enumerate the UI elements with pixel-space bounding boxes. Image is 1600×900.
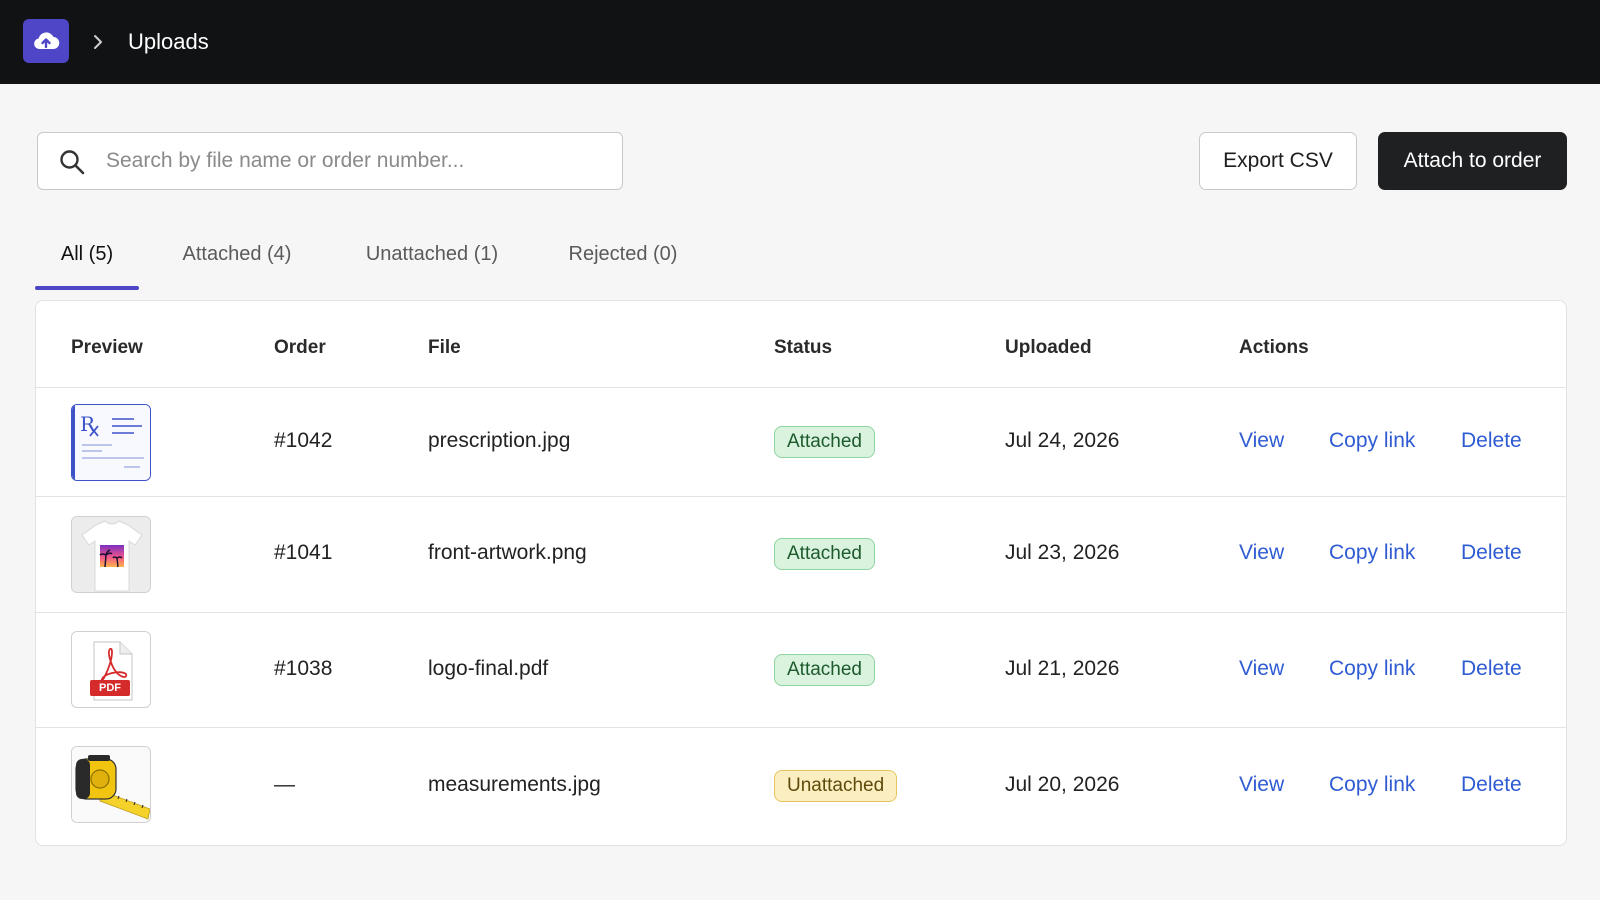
order-number: — <box>274 773 295 796</box>
top-bar: Uploads <box>0 0 1600 84</box>
upload-date: Jul 20, 2026 <box>1005 773 1120 796</box>
uploads-table: Preview Order File Status Uploaded Actio… <box>35 300 1567 846</box>
copy-link-link[interactable]: Copy link <box>1329 657 1415 681</box>
tshirt-artwork-thumbnail[interactable] <box>71 516 151 593</box>
copy-link-link[interactable]: Copy link <box>1329 429 1415 453</box>
delete-link[interactable]: Delete <box>1461 773 1522 797</box>
delete-link[interactable]: Delete <box>1461 657 1522 681</box>
copy-link-link[interactable]: Copy link <box>1329 773 1415 797</box>
pdf-thumbnail[interactable]: PDF <box>71 631 151 708</box>
search-icon <box>60 150 85 175</box>
view-link[interactable]: View <box>1239 773 1284 797</box>
tab-all[interactable]: All (5) <box>35 232 139 290</box>
column-header-order[interactable]: Order <box>274 337 326 359</box>
tab-rejected[interactable]: Rejected (0) <box>563 232 683 290</box>
status-badge: Attached <box>774 654 875 686</box>
column-header-file[interactable]: File <box>428 337 461 359</box>
upload-date: Jul 24, 2026 <box>1005 429 1120 452</box>
tab-attached[interactable]: Attached (4) <box>175 232 299 290</box>
view-link[interactable]: View <box>1239 429 1284 453</box>
upload-date: Jul 21, 2026 <box>1005 657 1120 680</box>
copy-link-link[interactable]: Copy link <box>1329 541 1415 565</box>
delete-link[interactable]: Delete <box>1461 541 1522 565</box>
view-link[interactable]: View <box>1239 541 1284 565</box>
file-name: logo-final.pdf <box>428 657 549 680</box>
prescription-thumbnail[interactable]: R <box>71 404 151 481</box>
order-number[interactable]: #1038 <box>274 657 332 681</box>
upload-date: Jul 23, 2026 <box>1005 541 1120 564</box>
file-name: prescription.jpg <box>428 429 571 452</box>
export-csv-button[interactable]: Export CSV <box>1199 132 1357 190</box>
status-badge: Attached <box>774 426 875 458</box>
table-row[interactable]: R #1042 prescription.jpg Attached Jul 24… <box>36 388 1566 497</box>
cloud-upload-icon[interactable] <box>23 19 69 63</box>
table-row[interactable]: #1041 front-artwork.png Attached Jul 23,… <box>36 497 1566 613</box>
column-header-preview: Preview <box>71 337 143 358</box>
page-title: Uploads <box>128 29 209 54</box>
column-header-actions: Actions <box>1239 337 1309 358</box>
order-number[interactable]: #1042 <box>274 429 332 453</box>
status-badge: Attached <box>774 538 875 570</box>
search-box[interactable] <box>37 132 623 190</box>
view-link[interactable]: View <box>1239 657 1284 681</box>
filter-tabs: All (5) Attached (4) Unattached (1) Reje… <box>35 232 835 290</box>
tab-unattached[interactable]: Unattached (1) <box>358 232 506 290</box>
order-number[interactable]: #1041 <box>274 541 332 565</box>
file-name: front-artwork.png <box>428 541 587 564</box>
column-header-status[interactable]: Status <box>774 337 832 359</box>
search-input[interactable] <box>106 141 606 181</box>
file-name: measurements.jpg <box>428 773 601 796</box>
table-row[interactable]: PDF #1038 logo-final.pdf Attached Jul 21… <box>36 613 1566 728</box>
delete-link[interactable]: Delete <box>1461 429 1522 453</box>
tape-measure-thumbnail[interactable] <box>71 746 151 823</box>
chevron-right-icon <box>94 35 102 49</box>
column-header-uploaded[interactable]: Uploaded <box>1005 337 1092 359</box>
table-header: Preview Order File Status Uploaded Actio… <box>36 301 1566 388</box>
attach-to-order-button[interactable]: Attach to order <box>1378 132 1567 190</box>
table-row[interactable]: — measurements.jpg Unattached Jul 20, 20… <box>36 728 1566 845</box>
pdf-label: PDF <box>99 682 121 694</box>
status-badge: Unattached <box>774 770 898 802</box>
